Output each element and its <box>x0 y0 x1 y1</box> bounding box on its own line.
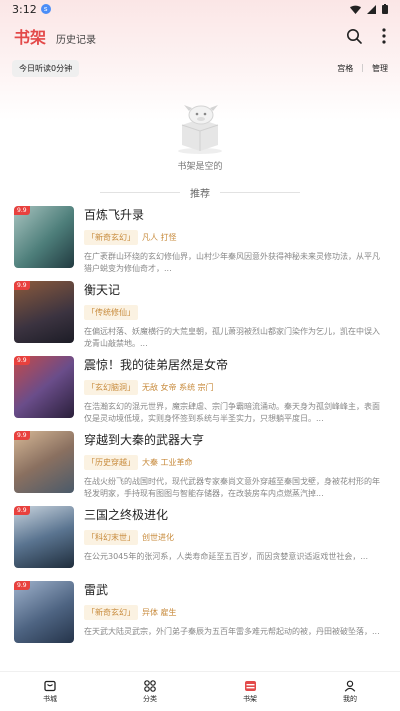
book-tags: 异体 雇生 <box>142 608 177 617</box>
nav-shelf-label: 书架 <box>243 694 257 703</box>
book-item[interactable]: 9.9 穿越到大秦的武器大亨 「历史穿越」 大秦 工业革命 在战火纷飞的战国时代，… <box>14 431 386 506</box>
book-description: 在天武大陆灵武宗，外门弟子秦辰为五百年雷多难元帮起动的被，丹田被破坠落，... <box>84 627 380 636</box>
nav-shelf[interactable]: 书架 <box>220 680 280 704</box>
score-badge: 9.9 <box>14 431 30 440</box>
score-badge: 9.9 <box>14 506 30 515</box>
book-cover[interactable]: 9.9 <box>14 581 74 643</box>
book-genre-tag: 「玄幻脑洞」 <box>84 380 138 395</box>
more-vertical-icon[interactable] <box>382 28 386 44</box>
book-cover[interactable]: 9.9 <box>14 206 74 268</box>
recommend-divider: 推荐 <box>0 178 400 206</box>
book-genre-tag: 「历史穿越」 <box>84 455 138 470</box>
book-item[interactable]: 9.9 震惊！我的徒弟居然是女帝 「玄幻脑洞」 无敌 女帝 系统 宗门 在浩瀚玄幻… <box>14 356 386 431</box>
score-badge: 9.9 <box>14 581 30 590</box>
book-cover[interactable]: 9.9 <box>14 356 74 418</box>
profile-icon <box>344 680 356 692</box>
book-tags: 凡人 打怪 <box>142 233 177 242</box>
book-item[interactable]: 9.9 雷武 「新奇玄幻」 异体 雇生 在天武大陆灵武宗，外门弟子秦辰为五百年雷多… <box>14 581 386 656</box>
grid-view-button[interactable]: 宫格 <box>337 63 353 74</box>
book-genre-tag: 「新奇玄幻」 <box>84 605 138 620</box>
book-item[interactable]: 9.9 百炼飞升录 「新奇玄幻」 凡人 打怪 在广袤群山环绕的玄幻修仙界，山村少年… <box>14 206 386 281</box>
divider-line <box>220 191 300 193</box>
score-badge: 9.9 <box>14 281 30 290</box>
nav-mine-label: 我的 <box>343 694 357 703</box>
bookshelf-icon <box>244 680 256 691</box>
divider-line <box>100 191 180 193</box>
book-item[interactable]: 9.9 三国之终极进化 「科幻末世」 创世进化 在公元3045年的张河系，人类寿命… <box>14 506 386 581</box>
today-reading-time[interactable]: 今日听读0分钟 <box>12 59 80 77</box>
book-genre-tag: 「科幻末世」 <box>84 530 138 545</box>
book-genre-tag: 「新奇玄幻」 <box>84 230 138 245</box>
book-title[interactable]: 震惊！我的徒弟居然是女帝 <box>84 356 386 373</box>
bottom-nav: 书城 分类 书架 我的 <box>0 671 400 711</box>
nav-mine[interactable]: 我的 <box>320 680 380 704</box>
book-description: 在战火纷飞的战国时代，现代武器专家秦尚文意外穿越至秦国戈壁，身被花村形的年轻发明… <box>84 477 380 498</box>
search-icon[interactable] <box>346 28 362 44</box>
tab-history[interactable]: 历史记录 <box>56 31 96 46</box>
empty-shelf: 书架是空的 <box>0 80 400 172</box>
book-item[interactable]: 9.9 衡天记 「传统修仙」 在偏远村落、妖魔横行的大荒皇朝，孤儿萧羽被烈山都家… <box>14 281 386 356</box>
recommend-label: 推荐 <box>190 188 210 200</box>
book-title[interactable]: 百炼飞升录 <box>84 206 386 223</box>
book-title[interactable]: 雷武 <box>84 581 386 598</box>
book-cover[interactable]: 9.9 <box>14 506 74 568</box>
nav-category-label: 分类 <box>143 694 157 703</box>
empty-shelf-text: 书架是空的 <box>177 162 223 172</box>
top-header: 书架 历史记录 <box>0 18 400 54</box>
book-tags: 无敌 女帝 系统 宗门 <box>142 383 214 392</box>
nav-bookstore-label: 书城 <box>43 694 57 703</box>
bookstore-icon <box>44 680 56 691</box>
book-title[interactable]: 穿越到大秦的武器大亨 <box>84 431 386 448</box>
score-badge: 9.9 <box>14 206 30 215</box>
book-tags: 大秦 工业革命 <box>142 458 193 467</box>
recommend-list: 9.9 百炼飞升录 「新奇玄幻」 凡人 打怪 在广袤群山环绕的玄幻修仙界，山村少年… <box>0 206 400 656</box>
book-description: 在公元3045年的张河系，人类寿命延至五百岁，而因贪婪意识适返戏世社会，... <box>84 552 368 561</box>
book-tags: 创世进化 <box>142 533 174 542</box>
manage-button[interactable]: 管理 <box>372 63 388 74</box>
tab-bookshelf[interactable]: 书架 <box>14 24 46 48</box>
book-title[interactable]: 衡天记 <box>84 281 386 298</box>
wifi-icon <box>350 5 361 14</box>
nav-bookstore[interactable]: 书城 <box>20 680 80 704</box>
status-time: 3:12 <box>12 2 37 16</box>
book-cover[interactable]: 9.9 <box>14 431 74 493</box>
toolbar-separator: | <box>361 62 364 72</box>
signal-icon <box>367 4 376 14</box>
book-title[interactable]: 三国之终极进化 <box>84 506 386 523</box>
book-genre-tag: 「传统修仙」 <box>84 305 138 320</box>
battery-icon <box>382 4 388 14</box>
shelf-toolbar: 今日听读0分钟 宫格 | 管理 <box>0 56 400 80</box>
score-badge: 9.9 <box>14 356 30 365</box>
book-description: 在浩瀚玄幻的混元世界，魔宗肆虐、宗门争霸暗流涌动。秦天身为孤剑峰峰主，表面仅是灵… <box>84 402 380 423</box>
book-cover[interactable]: 9.9 <box>14 281 74 343</box>
category-grid-icon <box>144 679 156 692</box>
nav-category[interactable]: 分类 <box>120 679 180 704</box>
empty-box-cow-icon <box>178 105 222 154</box>
notification-icon: s <box>40 4 51 14</box>
status-bar: 3:12 s <box>0 0 400 18</box>
book-description: 在广袤群山环绕的玄幻修仙界，山村少年秦风因意外获得神秘未来灵修功法，从平凡猎户蜕… <box>84 252 380 273</box>
book-description: 在偏远村落、妖魔横行的大荒皇朝，孤儿萧羽被烈山都家门染作为乞儿，凯在中误入龙青山… <box>84 327 380 348</box>
